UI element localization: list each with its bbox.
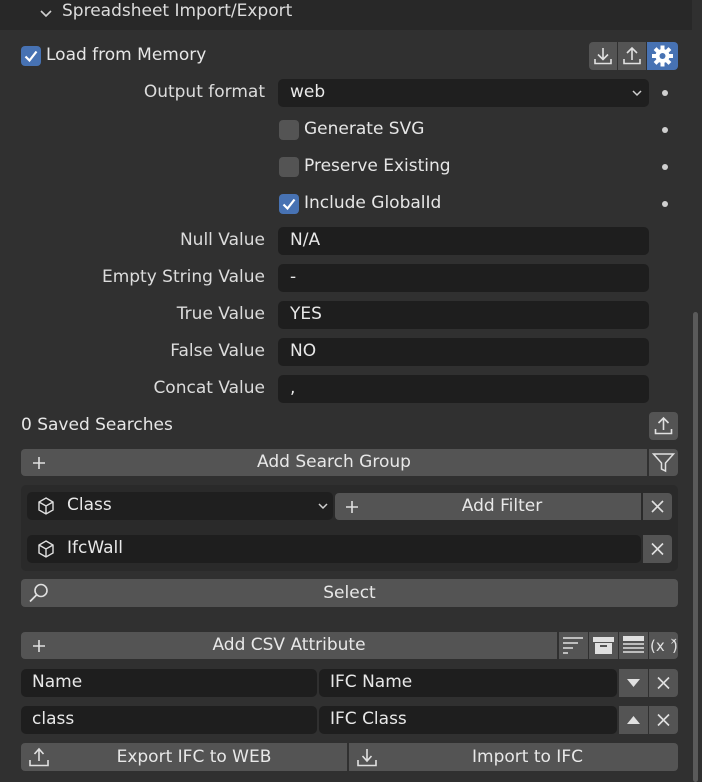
download-icon — [594, 48, 612, 65]
clear-variable-button[interactable]: (x ×) — [649, 632, 678, 659]
filter-value-text: IfcWall — [67, 538, 123, 558]
upload-icon — [623, 46, 641, 65]
plus-icon — [31, 638, 47, 654]
export-ifc-to-web-label: Export IFC to WEB — [116, 747, 272, 767]
filter-type-dropdown[interactable]: Class — [27, 492, 333, 520]
include-globalid-checkbox[interactable] — [279, 194, 299, 214]
search-icon — [27, 582, 51, 604]
archive-button[interactable] — [589, 632, 618, 659]
checkmark-icon — [282, 198, 296, 211]
decorator-dot[interactable] — [662, 127, 668, 133]
csv-attribute-name-field[interactable]: Name — [21, 669, 317, 697]
csv-attribute-ifc-field[interactable]: IFC Class — [319, 706, 617, 734]
add-search-group-label: Add Search Group — [257, 452, 411, 472]
triangle-down-icon — [627, 679, 640, 687]
import-to-ifc-button[interactable]: Import to IFC — [349, 743, 678, 771]
generate-svg-label: Generate SVG — [304, 119, 425, 139]
panel-title: Spreadsheet Import/Export — [62, 1, 293, 21]
true-value-label: True Value — [176, 304, 265, 324]
output-format-label: Output format — [143, 82, 265, 102]
filter-button[interactable] — [649, 449, 678, 476]
remove-filter-value-button[interactable] — [643, 535, 672, 563]
close-icon — [651, 500, 664, 513]
funnel-icon — [651, 453, 676, 473]
false-value-label: False Value — [170, 341, 265, 361]
close-icon — [657, 713, 670, 727]
checkmark-icon — [24, 50, 38, 63]
sort-icon — [563, 637, 583, 654]
export-searches-button[interactable] — [649, 412, 678, 440]
settings-toggle-button[interactable] — [647, 42, 678, 70]
list-button[interactable] — [619, 632, 648, 659]
gear-icon — [652, 45, 673, 67]
chevron-down-icon — [631, 87, 643, 99]
filter-type-value: Class — [67, 495, 112, 515]
upload-button[interactable] — [618, 42, 646, 70]
generate-svg-checkbox[interactable] — [279, 120, 299, 140]
select-button[interactable]: Select — [21, 579, 678, 607]
select-label: Select — [323, 583, 376, 603]
filter-value-field[interactable]: IfcWall — [27, 535, 641, 563]
saved-searches-label: 0 Saved Searches — [21, 415, 173, 435]
download-button[interactable] — [589, 42, 617, 70]
move-down-button[interactable] — [619, 669, 648, 697]
csv-attribute-name-field[interactable]: class — [21, 706, 317, 734]
empty-string-value-label: Empty String Value — [101, 267, 265, 287]
csv-attribute-ifc-field[interactable]: IFC Name — [319, 669, 617, 697]
import-to-ifc-label: Import to IFC — [472, 747, 583, 767]
clear-x-icon: (x ×) — [650, 637, 678, 655]
include-globalid-label: Include GlobalId — [304, 193, 442, 213]
concat-value-label: Concat Value — [153, 378, 265, 398]
plus-icon — [344, 499, 360, 515]
sort-button[interactable] — [559, 632, 588, 659]
export-ifc-to-web-button[interactable]: Export IFC to WEB — [21, 743, 347, 771]
download-icon — [355, 745, 379, 769]
load-from-memory-checkbox[interactable] — [21, 46, 41, 66]
output-format-dropdown[interactable]: web — [278, 79, 649, 107]
concat-value-field[interactable]: , — [278, 375, 649, 403]
scrollbar[interactable] — [693, 312, 698, 782]
null-value-field[interactable]: N/A — [278, 227, 649, 255]
true-value-field[interactable]: YES — [278, 301, 649, 329]
panel-header[interactable]: Spreadsheet Import/Export — [0, 0, 692, 30]
close-icon — [657, 676, 670, 690]
cube-icon — [36, 496, 56, 516]
chevron-down-icon — [317, 500, 329, 512]
decorator-dot[interactable] — [662, 201, 668, 207]
preserve-existing-label: Preserve Existing — [304, 156, 451, 176]
output-format-value: web — [290, 82, 326, 102]
add-filter-button[interactable]: Add Filter — [335, 493, 641, 520]
remove-attribute-button[interactable] — [649, 669, 678, 697]
upload-icon — [27, 745, 51, 769]
move-up-button[interactable] — [619, 706, 648, 734]
plus-icon — [31, 455, 47, 471]
add-filter-label: Add Filter — [461, 496, 543, 516]
cube-icon — [36, 539, 56, 559]
svg-text:): ) — [672, 637, 678, 655]
close-icon — [651, 542, 664, 556]
null-value-label: Null Value — [179, 230, 265, 250]
triangle-up-icon — [627, 716, 640, 724]
remove-filter-button[interactable] — [643, 493, 672, 520]
upload-icon — [654, 416, 673, 435]
add-csv-attribute-label: Add CSV Attribute — [212, 635, 366, 655]
chevron-down-icon — [38, 6, 54, 22]
empty-string-value-field[interactable]: - — [278, 264, 649, 292]
false-value-field[interactable]: NO — [278, 338, 649, 366]
svg-text:(x: (x — [650, 637, 665, 655]
load-from-memory-label: Load from Memory — [46, 45, 207, 65]
archive-icon — [593, 637, 614, 654]
remove-attribute-button[interactable] — [649, 706, 678, 734]
decorator-dot[interactable] — [662, 164, 668, 170]
add-csv-attribute-button[interactable]: Add CSV Attribute — [21, 632, 557, 659]
preserve-existing-checkbox[interactable] — [279, 157, 299, 177]
decorator-dot[interactable] — [662, 90, 668, 96]
list-icon — [623, 636, 644, 653]
add-search-group-button[interactable]: Add Search Group — [21, 449, 647, 476]
